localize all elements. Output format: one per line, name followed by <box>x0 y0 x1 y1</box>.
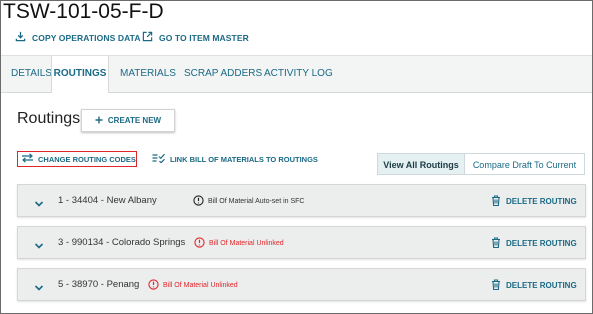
routing-label: 1 - 34404 - New Albany <box>58 195 157 206</box>
delete-routing-button[interactable]: DELETE ROUTING <box>491 195 577 208</box>
top-action-bar: COPY OPERATIONS DATA GO TO ITEM MASTER <box>1 24 592 54</box>
info-circle-icon <box>193 195 204 208</box>
delete-routing-button[interactable]: DELETE ROUTING <box>491 237 577 250</box>
create-new-label: CREATE NEW <box>107 116 162 125</box>
copy-operations-label: COPY OPERATIONS DATA <box>32 32 141 43</box>
trash-icon <box>491 195 501 208</box>
bom-status-text: Bill Of Material Unlinked <box>209 240 284 247</box>
trash-icon <box>491 237 501 250</box>
routings-heading: Routings <box>17 110 81 127</box>
tab-details[interactable]: DETAILS <box>11 56 52 92</box>
view-all-routings-toggle[interactable]: View All Routings <box>377 153 465 175</box>
checklist-icon <box>152 153 165 165</box>
delete-routing-label: DELETE ROUTING <box>506 239 577 248</box>
trash-icon <box>491 279 501 292</box>
tab-routings[interactable]: ROUTINGS <box>51 56 109 93</box>
go-to-item-master-button[interactable]: GO TO ITEM MASTER <box>142 31 249 44</box>
routing-label: 5 - 38970 - Penang <box>58 279 140 290</box>
swap-arrows-icon <box>21 153 34 165</box>
tab-scrap-adders[interactable]: SCRAP ADDERS <box>184 56 262 92</box>
bom-status: Bill Of Material Unlinked <box>194 237 284 250</box>
tab-activity-log[interactable]: ACTIVITY LOG <box>264 56 333 92</box>
chevron-down-icon[interactable] <box>34 196 44 207</box>
bom-status: Bill Of Material Auto-set in SFC <box>193 195 304 208</box>
copy-operations-button[interactable]: COPY OPERATIONS DATA <box>15 31 141 44</box>
delete-routing-label: DELETE ROUTING <box>506 281 577 290</box>
download-icon <box>15 31 26 44</box>
item-master-label: GO TO ITEM MASTER <box>159 32 249 43</box>
bom-status-text: Bill Of Material Unlinked <box>163 282 238 289</box>
routing-row[interactable]: 1 - 34404 - New Albany Bill Of Material … <box>17 184 586 217</box>
chevron-down-icon[interactable] <box>34 280 44 291</box>
tab-materials[interactable]: MATERIALS <box>120 56 176 92</box>
bom-status: Bill Of Material Unlinked <box>148 279 238 292</box>
delete-routing-button[interactable]: DELETE ROUTING <box>491 279 577 292</box>
link-bom-label: LINK BILL OF MATERIALS TO ROUTINGS <box>170 154 318 164</box>
create-new-button[interactable]: CREATE NEW <box>81 109 175 132</box>
delete-routing-label: DELETE ROUTING <box>506 197 577 206</box>
chevron-down-icon[interactable] <box>34 238 44 249</box>
page-title: TSW-101-05-F-D <box>3 0 164 23</box>
routing-label: 3 - 990134 - Colorado Springs <box>58 237 186 248</box>
tab-bar: DETAILS ROUTINGS MATERIALS SCRAP ADDERS … <box>1 55 592 93</box>
compare-draft-toggle[interactable]: Compare Draft To Current <box>465 153 585 175</box>
change-routing-codes-button[interactable]: CHANGE ROUTING CODES <box>17 151 137 167</box>
external-link-icon <box>142 31 153 44</box>
plus-icon <box>95 116 103 126</box>
alert-circle-icon <box>194 237 205 250</box>
link-bom-button[interactable]: LINK BILL OF MATERIALS TO ROUTINGS <box>152 153 318 165</box>
routing-row[interactable]: 3 - 990134 - Colorado Springs Bill Of Ma… <box>17 226 586 259</box>
change-routing-codes-label: CHANGE ROUTING CODES <box>38 154 136 164</box>
bom-status-text: Bill Of Material Auto-set in SFC <box>208 198 305 205</box>
alert-circle-icon <box>148 279 159 292</box>
routing-row[interactable]: 5 - 38970 - Penang Bill Of Material Unli… <box>17 268 586 301</box>
